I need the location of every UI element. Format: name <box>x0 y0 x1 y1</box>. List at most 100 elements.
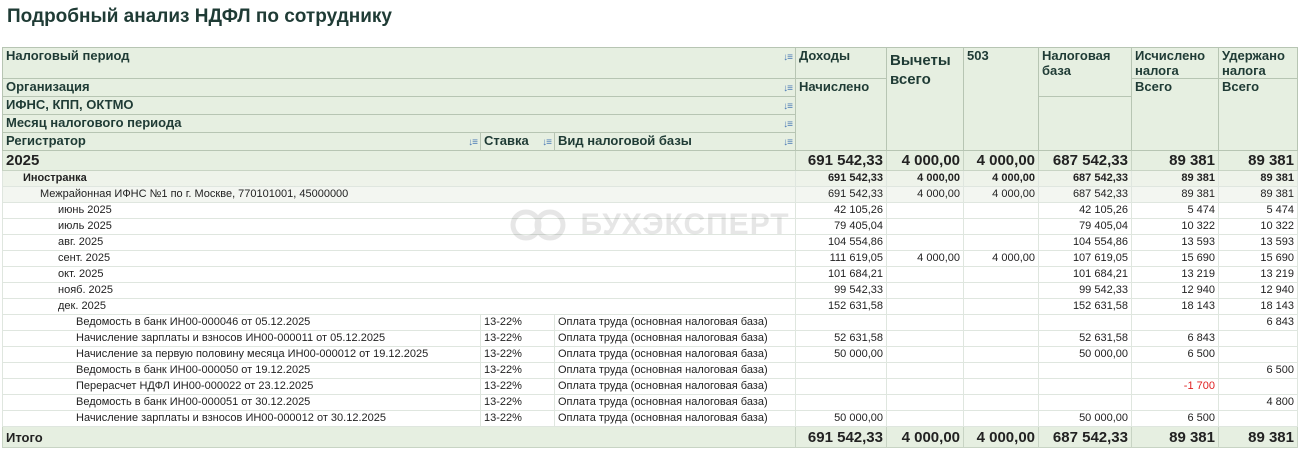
year-row[interactable]: 2025 691 542,33 4 000,00 4 000,00 687 542,33… <box>2 150 1298 171</box>
deductions-cell <box>886 314 964 331</box>
header-tax-base[interactable]: Налоговая база <box>1038 47 1132 97</box>
registrar-cell: Ведомость в банк ИН00-000051 от 30.12.20… <box>2 394 481 411</box>
tax-base-cell: 104 554,86 <box>1038 234 1132 251</box>
sort-icon[interactable]: ↓≡ <box>783 135 793 150</box>
sort-icon[interactable]: ↓≡ <box>783 50 793 65</box>
code503-cell <box>963 330 1039 347</box>
total-tax-base: 687 542,33 <box>1038 426 1132 448</box>
month-row[interactable]: сент. 2025 111 619,05 4 000,00 4 000,00 107 … <box>2 250 1298 267</box>
header-org-label: Организация <box>6 79 90 95</box>
doc-row[interactable]: Начисление за первую половину месяца ИН0… <box>2 346 1298 363</box>
withheld-cell: 10 322 <box>1218 218 1298 235</box>
sort-icon[interactable]: ↓≡ <box>783 117 793 132</box>
month-label: дек. 2025 <box>2 298 796 315</box>
deductions-cell <box>886 378 964 395</box>
registrar-cell: Ведомость в банк ИН00-000050 от 19.12.20… <box>2 362 481 379</box>
tax-base-cell: 42 105,26 <box>1038 202 1132 219</box>
rate-cell: 13-22% <box>480 362 555 379</box>
withheld-cell <box>1218 410 1298 427</box>
code503-cell: 4 000,00 <box>963 170 1039 187</box>
month-row[interactable]: нояб. 2025 99 542,33 99 542,33 12 940 12 940 <box>2 282 1298 299</box>
calculated-cell: 10 322 <box>1131 218 1219 235</box>
month-row[interactable]: авг. 2025 104 554,86 104 554,86 13 593 13 59… <box>2 234 1298 251</box>
year-label: 2025 <box>2 150 796 171</box>
calculated-cell <box>1131 394 1219 411</box>
deductions-cell <box>886 298 964 315</box>
sort-icon[interactable]: ↓≡ <box>783 81 793 96</box>
month-label: июнь 2025 <box>2 202 796 219</box>
header-period[interactable]: Налоговый период ↓≡ <box>2 47 796 79</box>
doc-row[interactable]: Ведомость в банк ИН00-000050 от 19.12.20… <box>2 362 1298 379</box>
header-rate[interactable]: Ставка ↓≡ <box>480 132 555 151</box>
code503-cell <box>963 362 1039 379</box>
doc-row[interactable]: Начисление зарплаты и взносов ИН00-00001… <box>2 330 1298 347</box>
income-cell: 42 105,26 <box>795 202 887 219</box>
base-type-cell: Оплата труда (основная налоговая база) <box>554 378 796 395</box>
header-withheld-sub: Всего <box>1218 78 1298 151</box>
header-month[interactable]: Месяц налогового периода ↓≡ <box>2 114 796 133</box>
total-deductions: 4 000,00 <box>886 426 964 448</box>
header-income-sub: Начислено <box>795 78 887 151</box>
report-title: Подробный анализ НДФЛ по сотруднику <box>7 6 392 27</box>
calculated-cell: 13 219 <box>1131 266 1219 283</box>
header-registrar[interactable]: Регистратор ↓≡ <box>2 132 481 151</box>
rate-cell: 13-22% <box>480 330 555 347</box>
doc-row[interactable]: Ведомость в банк ИН00-000051 от 30.12.20… <box>2 394 1298 411</box>
header-income[interactable]: Доходы <box>795 47 887 79</box>
tax-base-cell: 99 542,33 <box>1038 282 1132 299</box>
tax-base-cell: 50 000,00 <box>1038 410 1132 427</box>
total-row[interactable]: Итого 691 542,33 4 000,00 4 000,00 687 5… <box>2 426 1298 448</box>
ifns-row[interactable]: Межрайонная ИФНС №1 по г. Москве, 770101… <box>2 186 1298 203</box>
month-row[interactable]: июнь 2025 42 105,26 42 105,26 5 474 5 474 <box>2 202 1298 219</box>
doc-row[interactable]: Ведомость в банк ИН00-000046 от 05.12.20… <box>2 314 1298 331</box>
base-type-cell: Оплата труда (основная налоговая база) <box>554 346 796 363</box>
header-503[interactable]: 503 <box>963 47 1039 151</box>
month-row[interactable]: июль 2025 79 405,04 79 405,04 10 322 10 322 <box>2 218 1298 235</box>
tax-base-cell: 687 542,33 <box>1038 150 1132 171</box>
header-ifns[interactable]: ИФНС, КПП, ОКТМО ↓≡ <box>2 96 796 115</box>
withheld-cell: 89 381 <box>1218 186 1298 203</box>
tax-base-cell <box>1038 394 1132 411</box>
month-row[interactable]: дек. 2025 152 631,58 152 631,58 18 143 18 14… <box>2 298 1298 315</box>
header-rate-label: Ставка <box>484 133 529 149</box>
calculated-cell: 89 381 <box>1131 150 1219 171</box>
calculated-cell: 6 843 <box>1131 330 1219 347</box>
month-label: сент. 2025 <box>2 250 796 267</box>
code503-cell <box>963 314 1039 331</box>
tax-base-cell: 152 631,58 <box>1038 298 1132 315</box>
deductions-cell: 4 000,00 <box>886 186 964 203</box>
registrar-cell: Начисление за первую половину месяца ИН0… <box>2 346 481 363</box>
tax-base-cell: 687 542,33 <box>1038 170 1132 187</box>
header-calculated[interactable]: Исчислено налога <box>1131 47 1219 79</box>
withheld-cell: 5 474 <box>1218 202 1298 219</box>
code503-cell <box>963 298 1039 315</box>
doc-row[interactable]: Перерасчет НДФЛ ИН00-000022 от 23.12.202… <box>2 378 1298 395</box>
doc-row[interactable]: Начисление зарплаты и взносов ИН00-00001… <box>2 410 1298 427</box>
header-base-type[interactable]: Вид налоговой базы ↓≡ <box>554 132 796 151</box>
header-period-label: Налоговый период <box>6 48 130 64</box>
header-deductions[interactable]: Вычеты всего <box>886 47 964 151</box>
rate-cell: 13-22% <box>480 314 555 331</box>
sort-icon[interactable]: ↓≡ <box>783 99 793 114</box>
income-cell: 99 542,33 <box>795 282 887 299</box>
org-row[interactable]: Иностранка 691 542,33 4 000,00 4 000,00 687 … <box>2 170 1298 187</box>
sort-icon[interactable]: ↓≡ <box>468 135 478 150</box>
withheld-cell: 89 381 <box>1218 170 1298 187</box>
header-withheld[interactable]: Удержано налога <box>1218 47 1298 79</box>
income-cell: 50 000,00 <box>795 410 887 427</box>
calculated-cell: 13 593 <box>1131 234 1219 251</box>
registrar-cell: Начисление зарплаты и взносов ИН00-00001… <box>2 410 481 427</box>
income-cell <box>795 314 887 331</box>
deductions-cell: 4 000,00 <box>886 170 964 187</box>
month-row[interactable]: окт. 2025 101 684,21 101 684,21 13 219 13 21… <box>2 266 1298 283</box>
income-cell <box>795 378 887 395</box>
header-org[interactable]: Организация ↓≡ <box>2 78 796 97</box>
sort-icon[interactable]: ↓≡ <box>542 135 552 150</box>
header-tax-base-filler <box>1038 96 1132 151</box>
code503-cell <box>963 202 1039 219</box>
deductions-cell <box>886 410 964 427</box>
income-cell: 50 000,00 <box>795 346 887 363</box>
deductions-cell <box>886 218 964 235</box>
withheld-cell: 12 940 <box>1218 282 1298 299</box>
rate-cell: 13-22% <box>480 346 555 363</box>
